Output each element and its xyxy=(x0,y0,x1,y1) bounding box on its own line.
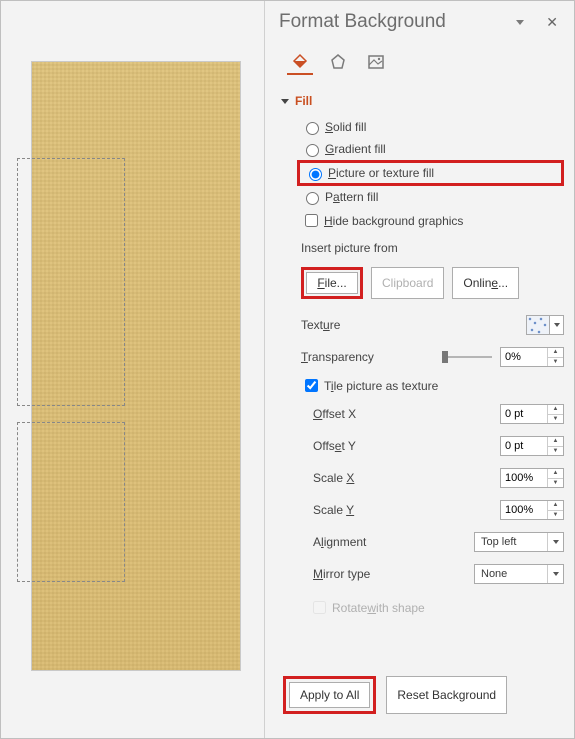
checkbox-hide-background[interactable]: Hide background graphics xyxy=(301,211,564,230)
clipboard-button: Clipboard xyxy=(371,267,444,299)
placeholder-outline xyxy=(17,158,125,406)
checkbox-tile-picture[interactable]: Tile picture as texture xyxy=(301,376,564,395)
alignment-select[interactable]: Top left xyxy=(474,532,564,552)
mirror-value: None xyxy=(475,568,547,580)
transparency-label: Transparency xyxy=(301,350,434,364)
transparency-slider[interactable] xyxy=(442,356,492,358)
insert-picture-label: Insert picture from xyxy=(301,241,564,255)
close-icon[interactable]: ✕ xyxy=(540,12,564,33)
scale-y-value[interactable] xyxy=(501,501,547,519)
online-button[interactable]: Online... xyxy=(452,267,519,299)
fill-tab-icon[interactable] xyxy=(287,49,313,75)
offset-y-spinner[interactable]: ▲▼ xyxy=(500,436,564,456)
checkbox-rotate-with-shape: Rotate with shape xyxy=(309,598,564,617)
transparency-value[interactable] xyxy=(501,348,547,366)
texture-dropdown[interactable] xyxy=(550,315,564,335)
scale-y-spinner[interactable]: ▲▼ xyxy=(500,500,564,520)
apply-to-all-button[interactable]: Apply to All xyxy=(289,682,370,708)
mirror-label: Mirror type xyxy=(313,567,474,581)
fill-section-header[interactable]: Fill xyxy=(281,94,564,108)
reset-background-button[interactable]: Reset Background xyxy=(386,676,507,714)
placeholder-outline xyxy=(17,422,125,582)
scale-x-spinner[interactable]: ▲▼ xyxy=(500,468,564,488)
texture-swatch[interactable] xyxy=(526,315,550,335)
mirror-select[interactable]: None xyxy=(474,564,564,584)
offset-x-spinner[interactable]: ▲▼ xyxy=(500,404,564,424)
texture-label: Texture xyxy=(301,318,526,332)
offset-y-label: Offset Y xyxy=(313,439,500,453)
panel-menu-dropdown[interactable] xyxy=(516,20,524,25)
fill-section-label: Fill xyxy=(295,94,312,108)
radio-gradient-fill[interactable]: Gradient fill xyxy=(301,141,564,157)
offset-y-value[interactable] xyxy=(501,437,547,455)
scale-x-value[interactable] xyxy=(501,469,547,487)
offset-x-value[interactable] xyxy=(501,405,547,423)
scale-y-label: Scale Y xyxy=(313,503,500,517)
slide-preview xyxy=(31,61,241,671)
format-background-panel: Format Background ✕ Fill Solid fill Grad… xyxy=(264,1,574,738)
radio-picture-texture-fill[interactable]: Picture or texture fill xyxy=(304,165,557,181)
file-button[interactable]: File... xyxy=(306,272,358,294)
transparency-spinner[interactable]: ▲▼ xyxy=(500,347,564,367)
effects-tab-icon[interactable] xyxy=(325,49,351,75)
radio-solid-fill[interactable]: Solid fill xyxy=(301,119,564,135)
alignment-value: Top left xyxy=(475,536,547,548)
alignment-label: Alignment xyxy=(313,535,474,549)
collapse-triangle-icon xyxy=(281,99,289,104)
scale-x-label: Scale X xyxy=(313,471,500,485)
panel-title: Format Background xyxy=(279,11,510,33)
radio-pattern-fill[interactable]: Pattern fill xyxy=(301,189,564,205)
picture-tab-icon[interactable] xyxy=(363,49,389,75)
offset-x-label: Offset X xyxy=(313,407,500,421)
